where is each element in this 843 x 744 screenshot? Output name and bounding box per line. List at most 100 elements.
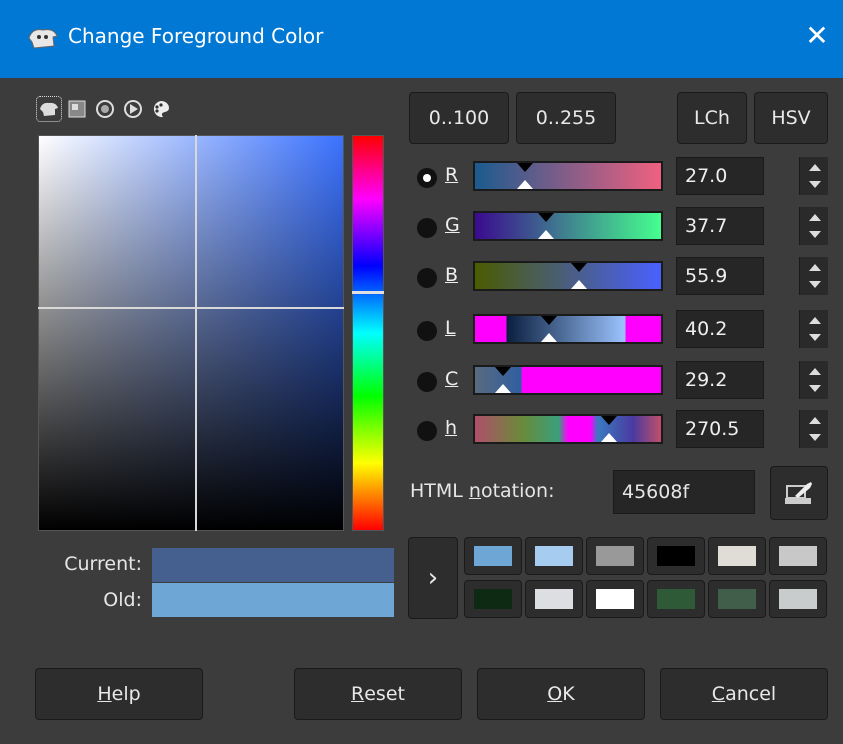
history-expand-button[interactable]: ›	[408, 537, 458, 619]
history-swatch[interactable]	[769, 537, 827, 575]
spin-down-icon[interactable]	[809, 334, 821, 341]
channel-value-h[interactable]: 270.5	[676, 410, 764, 448]
history-swatch[interactable]	[586, 537, 644, 575]
channel-radio-h[interactable]	[417, 421, 437, 441]
channel-slider-C[interactable]	[473, 365, 663, 395]
spin-down-icon[interactable]	[809, 181, 821, 188]
color-picker-button[interactable]	[770, 466, 828, 520]
channel-radio-B[interactable]	[417, 268, 437, 288]
history-swatch[interactable]	[769, 580, 827, 618]
history-swatch[interactable]	[464, 537, 522, 575]
cmyk-selector-icon[interactable]	[65, 97, 89, 121]
channel-slider-G[interactable]	[473, 211, 663, 241]
ok-button[interactable]: OK	[477, 668, 645, 720]
slider-marker-bottom	[538, 230, 554, 239]
channel-value-C[interactable]: 29.2	[676, 361, 764, 399]
channel-radio-R[interactable]	[417, 168, 437, 188]
spin-button-R[interactable]	[799, 157, 828, 195]
history-swatch-color	[657, 546, 695, 566]
history-swatch[interactable]	[525, 537, 583, 575]
spin-button-B[interactable]	[799, 257, 828, 295]
channel-row-B: B 55.9	[411, 257, 829, 295]
channel-label-B: B	[445, 264, 459, 286]
html-notation-label: HTML notation:	[410, 480, 555, 502]
channel-label-R: R	[445, 164, 459, 186]
channel-slider-L[interactable]	[473, 314, 663, 344]
color-history	[464, 537, 828, 618]
channel-row-h: h 270.5	[411, 410, 829, 448]
range-0-255-button[interactable]: 0..255	[516, 92, 616, 144]
history-swatch-color	[474, 589, 512, 609]
spin-up-icon[interactable]	[809, 417, 821, 424]
spin-button-L[interactable]	[799, 310, 828, 348]
history-swatch[interactable]	[708, 537, 766, 575]
slider-marker-top	[517, 163, 533, 172]
channel-slider-B[interactable]	[473, 261, 663, 291]
spin-up-icon[interactable]	[809, 368, 821, 375]
spin-button-C[interactable]	[799, 361, 828, 399]
help-button[interactable]: Help	[35, 668, 203, 720]
slider-marker-bottom	[517, 180, 533, 189]
history-swatch-color	[718, 546, 756, 566]
channel-radio-C[interactable]	[417, 372, 437, 392]
palette-selector-icon[interactable]	[149, 97, 173, 121]
spin-down-icon[interactable]	[809, 231, 821, 238]
history-swatch-color	[474, 546, 512, 566]
saturation-value-picker[interactable]	[38, 135, 344, 531]
close-icon[interactable]: ✕	[801, 20, 833, 52]
history-swatch[interactable]	[464, 580, 522, 618]
history-swatch-color	[535, 589, 573, 609]
triangle-selector-icon[interactable]	[121, 97, 145, 121]
channel-slider-R[interactable]	[473, 161, 663, 191]
picker-crosshair-horizontal	[38, 307, 344, 309]
channel-slider-h[interactable]	[473, 414, 663, 444]
hsv-button[interactable]: HSV	[754, 92, 828, 144]
current-label: Current:	[64, 553, 142, 575]
spin-up-icon[interactable]	[809, 214, 821, 221]
html-notation-input[interactable]: 45608f	[613, 470, 755, 514]
range-0-100-button[interactable]: 0..100	[409, 92, 509, 144]
gimp-selector-icon[interactable]	[36, 96, 62, 122]
history-swatch[interactable]	[647, 537, 705, 575]
channel-value-B[interactable]: 55.9	[676, 257, 764, 295]
spin-down-icon[interactable]	[809, 281, 821, 288]
channel-label-C: C	[445, 368, 459, 390]
old-color-swatch[interactable]	[152, 583, 394, 617]
channel-value-L[interactable]: 40.2	[676, 310, 764, 348]
channel-row-G: G 37.7	[411, 207, 829, 245]
spin-up-icon[interactable]	[809, 264, 821, 271]
channel-value-R[interactable]: 27.0	[676, 157, 764, 195]
slider-marker-top	[495, 367, 511, 376]
watercolor-selector-icon[interactable]	[93, 97, 117, 121]
spin-down-icon[interactable]	[809, 385, 821, 392]
history-swatch-color	[779, 546, 817, 566]
cancel-button[interactable]: Cancel	[660, 668, 828, 720]
channel-radio-L[interactable]	[417, 321, 437, 341]
hue-marker[interactable]	[352, 291, 384, 294]
slider-marker-top	[571, 263, 587, 272]
spin-up-icon[interactable]	[809, 164, 821, 171]
current-color-swatch	[152, 548, 394, 582]
lch-button[interactable]: LCh	[677, 92, 747, 144]
channel-row-R: R 27.0	[411, 157, 829, 195]
history-swatch-color	[779, 589, 817, 609]
history-swatch-color	[535, 546, 573, 566]
slider-marker-bottom	[495, 384, 511, 393]
spin-down-icon[interactable]	[809, 434, 821, 441]
window-title: Change Foreground Color	[68, 24, 324, 48]
channel-value-G[interactable]: 37.7	[676, 207, 764, 245]
history-swatch-color	[596, 546, 634, 566]
history-swatch[interactable]	[647, 580, 705, 618]
history-swatch[interactable]	[708, 580, 766, 618]
eyedropper-icon	[785, 482, 812, 504]
spin-up-icon[interactable]	[809, 317, 821, 324]
history-swatch[interactable]	[525, 580, 583, 618]
spin-button-G[interactable]	[799, 207, 828, 245]
hue-strip[interactable]	[352, 135, 384, 531]
history-swatch[interactable]	[586, 580, 644, 618]
reset-button[interactable]: Reset	[294, 668, 462, 720]
selector-tabs	[36, 96, 173, 129]
channel-label-h: h	[445, 417, 458, 439]
spin-button-h[interactable]	[799, 410, 828, 448]
channel-radio-G[interactable]	[417, 218, 437, 238]
